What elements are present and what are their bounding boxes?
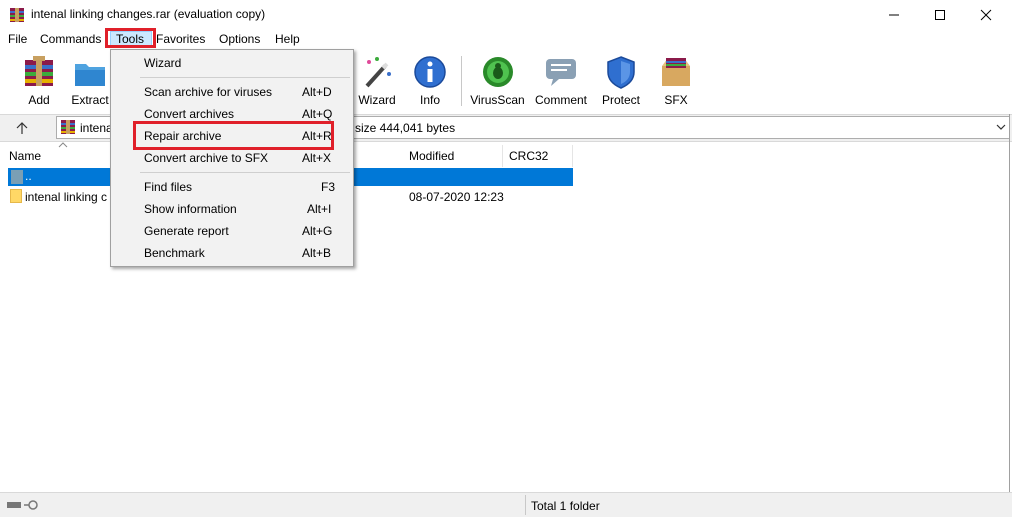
comment-label: Comment	[534, 93, 587, 107]
parent-folder-icon	[11, 170, 23, 184]
wizard-button[interactable]: Wizard	[355, 52, 399, 110]
info-icon	[414, 56, 446, 88]
add-archive-icon	[25, 56, 53, 86]
menu-item-convert-archives[interactable]: Convert archives	[144, 107, 234, 121]
winrar-app-icon[interactable]	[9, 7, 25, 23]
status-bar	[0, 492, 1012, 517]
menu-item-generate-report[interactable]: Generate report	[144, 224, 229, 238]
shortcut-find-files: F3	[321, 180, 336, 194]
repair-archive-highlight-box	[133, 121, 334, 150]
toolbar-separator	[461, 56, 462, 106]
close-button[interactable]	[963, 0, 1009, 30]
shortcut-convert-to-sfx: Alt+X	[302, 151, 332, 165]
info-label: Info	[419, 93, 440, 107]
folder-icon	[10, 189, 22, 203]
maximize-button[interactable]	[917, 0, 963, 30]
chevron-down-icon	[996, 124, 1006, 130]
window-right-border	[1009, 114, 1010, 492]
up-one-level-button[interactable]	[12, 118, 32, 138]
tools-highlight-box	[105, 28, 156, 48]
archive-icon	[61, 120, 75, 134]
column-header-name[interactable]: Name	[3, 145, 123, 167]
menu-item-wizard[interactable]: Wizard	[144, 56, 181, 70]
menu-file[interactable]: File	[8, 32, 27, 46]
maximize-icon	[935, 10, 945, 20]
menu-item-benchmark[interactable]: Benchmark	[144, 246, 205, 260]
address-dropdown-button[interactable]	[993, 118, 1009, 136]
extract-button[interactable]: Extract	[68, 52, 112, 110]
info-button[interactable]: Info	[410, 52, 450, 110]
shortcut-convert-archives: Alt+Q	[302, 107, 333, 121]
protect-label: Protect	[601, 93, 640, 107]
row-name[interactable]: intenal linking c	[25, 190, 111, 204]
menu-commands[interactable]: Commands	[40, 32, 101, 46]
status-text: Total 1 folder	[531, 499, 600, 513]
menu-help[interactable]: Help	[275, 32, 300, 46]
add-button[interactable]: Add	[18, 52, 60, 110]
sfx-label: SFX	[664, 93, 688, 107]
shortcut-benchmark: Alt+B	[302, 246, 332, 260]
status-divider	[525, 495, 526, 515]
menu-separator	[140, 77, 350, 78]
extract-icon	[75, 64, 105, 86]
virusscan-button[interactable]: VirusScan	[470, 52, 525, 110]
shortcut-show-information: Alt+I	[307, 202, 332, 216]
arrow-up-icon	[16, 122, 28, 134]
address-path: intena	[80, 121, 113, 135]
column-header-modified[interactable]: Modified	[403, 145, 503, 167]
extract-label: Extract	[71, 93, 109, 107]
menu-item-convert-to-sfx[interactable]: Convert archive to SFX	[144, 151, 268, 165]
row-modified: 08-07-2020 12:23	[409, 190, 504, 204]
protect-button[interactable]: Protect	[599, 52, 643, 110]
minimize-icon	[889, 14, 899, 16]
protect-icon	[607, 56, 635, 89]
shortcut-generate-report: Alt+G	[302, 224, 333, 238]
menu-item-show-information[interactable]: Show information	[144, 202, 237, 216]
column-header-crc32[interactable]: CRC32	[503, 145, 573, 167]
close-icon	[980, 9, 992, 21]
row-name: ..	[25, 169, 32, 183]
shortcut-scan-viruses: Alt+D	[302, 85, 332, 99]
comment-button[interactable]: Comment	[532, 52, 590, 110]
menu-item-scan-viruses[interactable]: Scan archive for viruses	[144, 85, 272, 99]
comment-icon	[546, 59, 576, 86]
minimize-button[interactable]	[871, 0, 917, 30]
sfx-button[interactable]: SFX	[654, 52, 698, 110]
menu-item-find-files[interactable]: Find files	[144, 180, 192, 194]
virusscan-label: VirusScan	[470, 93, 525, 107]
address-size: size 444,041 bytes	[355, 121, 456, 135]
wizard-icon	[365, 57, 391, 88]
sfx-icon	[662, 58, 690, 86]
key-icon	[7, 500, 38, 510]
wizard-label: Wizard	[358, 93, 396, 107]
window-title: intenal linking changes.rar (evaluation …	[31, 7, 266, 21]
menu-separator	[140, 172, 350, 173]
virus-scan-icon	[482, 57, 513, 87]
add-label: Add	[28, 93, 50, 107]
menu-favorites[interactable]: Favorites	[156, 32, 205, 46]
menu-options[interactable]: Options	[219, 32, 260, 46]
